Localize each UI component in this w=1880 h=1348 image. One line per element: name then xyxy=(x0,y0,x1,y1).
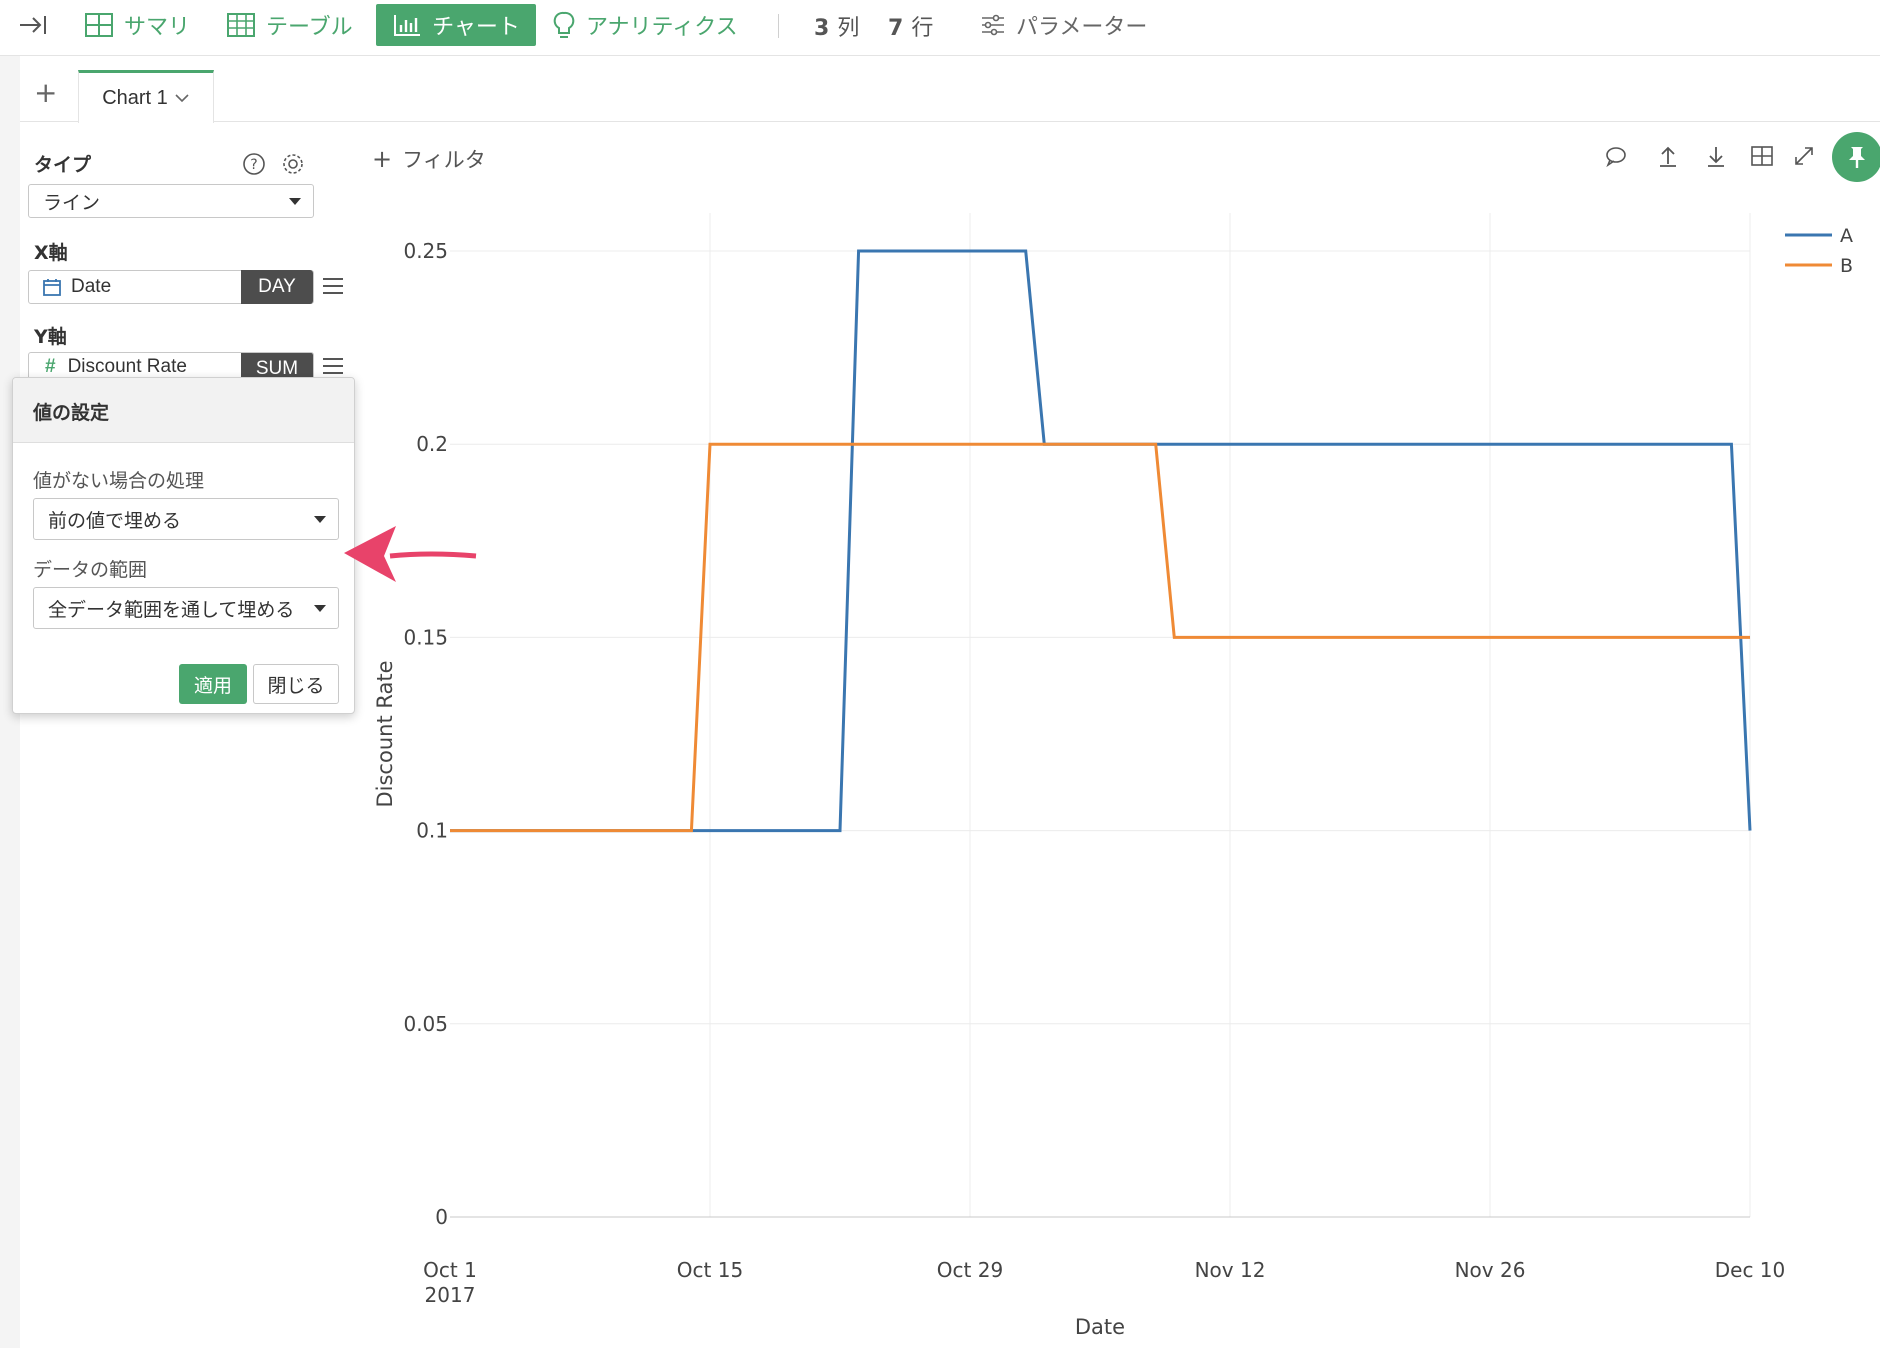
series-line-a xyxy=(450,249,1752,833)
x-tick-label: Oct 15 xyxy=(677,1258,743,1282)
x-tick-label: Oct 29 xyxy=(937,1258,1003,1282)
x-tick-label: Nov 26 xyxy=(1455,1258,1526,1282)
x-axis-title: Date xyxy=(1075,1315,1125,1339)
y-tick-label: 0.2 xyxy=(416,432,448,456)
y-tick-label: 0 xyxy=(435,1205,448,1229)
line-chart: Oct 12017 Oct 15 Oct 29 Nov 12 Nov 26 Dec 10 0… xyxy=(344,213,1853,1339)
x-tick-label: Nov 12 xyxy=(1195,1258,1266,1282)
x-tick-label: Oct 1 xyxy=(423,1258,477,1282)
y-axis-title: Discount Rate xyxy=(373,660,397,807)
y-tick-label: 0.1 xyxy=(416,819,448,843)
legend-label: A xyxy=(1840,225,1853,247)
annotation-arrow xyxy=(389,551,477,559)
y-tick-label: 0.15 xyxy=(403,625,448,649)
legend-label: B xyxy=(1840,255,1853,277)
y-tick-label: 0.05 xyxy=(403,1012,448,1036)
y-tick-label: 0.25 xyxy=(403,239,448,263)
annotation-arrowhead xyxy=(344,526,396,582)
x-tick-label: Dec 10 xyxy=(1715,1258,1786,1282)
x-tick-label: 2017 xyxy=(425,1283,476,1307)
